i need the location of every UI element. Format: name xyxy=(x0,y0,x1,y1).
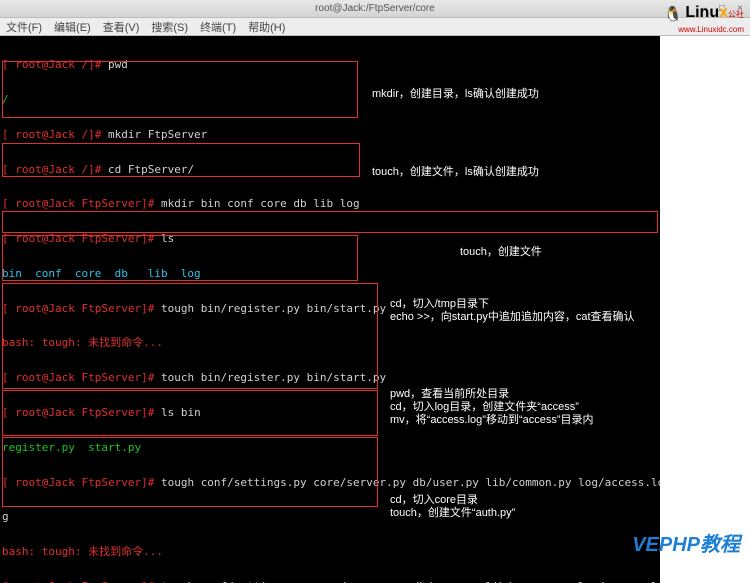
cmd-touch: touch bin/register.py bin/start.py xyxy=(161,371,386,384)
menu-terminal[interactable]: 终端(T) xyxy=(200,19,236,35)
annotation-touch2: touch，创建文件 xyxy=(460,246,542,259)
annotation-cd-echo: cd，切入/tmp目录下 echo >>，向start.py中追加追加内容，ca… xyxy=(390,298,635,324)
prompt: [ root@Jack /]# xyxy=(2,58,108,71)
prompt: [ root@Jack /]# xyxy=(2,128,108,141)
menu-help[interactable]: 帮助(H) xyxy=(248,19,285,35)
prompt: [ root@Jack FtpServer]# xyxy=(2,232,161,245)
prompt: [ root@Jack FtpServer]# xyxy=(2,476,161,489)
menu-search[interactable]: 搜索(S) xyxy=(151,19,188,35)
logo-url: www.Linuxidc.com xyxy=(678,25,744,34)
cmd-cd: cd FtpServer/ xyxy=(108,163,194,176)
watermark: VEPHP教程 xyxy=(632,528,740,557)
cmd-ls: ls bin xyxy=(161,406,201,419)
annotation-mkdir: mkdir，创建目录，ls确认创建成功 xyxy=(372,88,539,101)
error-output: bash: tough: 未找到命令... xyxy=(0,337,660,349)
cmd-typo: tough bin/register.py bin/start.py xyxy=(161,302,386,315)
prompt: [ root@Jack FtpServer]# xyxy=(2,302,161,315)
output-dirs: bin conf core db lib log xyxy=(0,268,660,280)
cmd-mkdir: mkdir FtpServer xyxy=(108,128,207,141)
terminal-viewport[interactable]: [ root@Jack /]# pwd / [ root@Jack /]# mk… xyxy=(0,36,660,583)
menu-file[interactable]: 文件(F) xyxy=(6,19,42,35)
prompt: [ root@Jack FtpServer]# xyxy=(2,406,161,419)
cmd-wrap: g xyxy=(0,511,660,523)
cmd-typo: tough conf/settings.py core/server.py db… xyxy=(161,476,660,489)
prompt: [ root@Jack FtpServer]# xyxy=(2,197,161,210)
window-title: root@Jack:/FtpServer/core xyxy=(315,3,435,14)
cmd-ls: ls xyxy=(161,232,174,245)
annotation-pwd-mv: pwd，查看当前所处目录 cd，切入log目录，创建文件夹“access” mv… xyxy=(390,388,594,427)
error-output: bash: tough: 未找到命令... xyxy=(0,546,660,558)
annotation-core: cd，切入core目录 touch，创建文件“auth.py” xyxy=(390,494,515,520)
menu-view[interactable]: 查看(V) xyxy=(103,19,140,35)
output: / xyxy=(0,94,660,106)
window-titlebar: root@Jack:/FtpServer/core – □ × xyxy=(0,0,750,18)
highlight-box xyxy=(2,211,658,233)
cmd-pwd: pwd xyxy=(108,58,128,71)
annotation-touch: touch，创建文件，ls确认创建成功 xyxy=(372,166,539,179)
menu-bar: 文件(F) 编辑(E) 查看(V) 搜索(S) 终端(T) 帮助(H) xyxy=(0,18,750,36)
cmd-mkdir: mkdir bin conf core db lib log xyxy=(161,197,360,210)
linux-logo: 🐧 Linux公社 www.Linuxidc.com xyxy=(662,4,744,35)
menu-edit[interactable]: 编辑(E) xyxy=(54,19,91,35)
prompt: [ root@Jack FtpServer]# xyxy=(2,371,161,384)
prompt: [ root@Jack /]# xyxy=(2,163,108,176)
penguin-icon: 🐧 xyxy=(664,6,683,23)
output: register.py start.py xyxy=(0,442,660,454)
